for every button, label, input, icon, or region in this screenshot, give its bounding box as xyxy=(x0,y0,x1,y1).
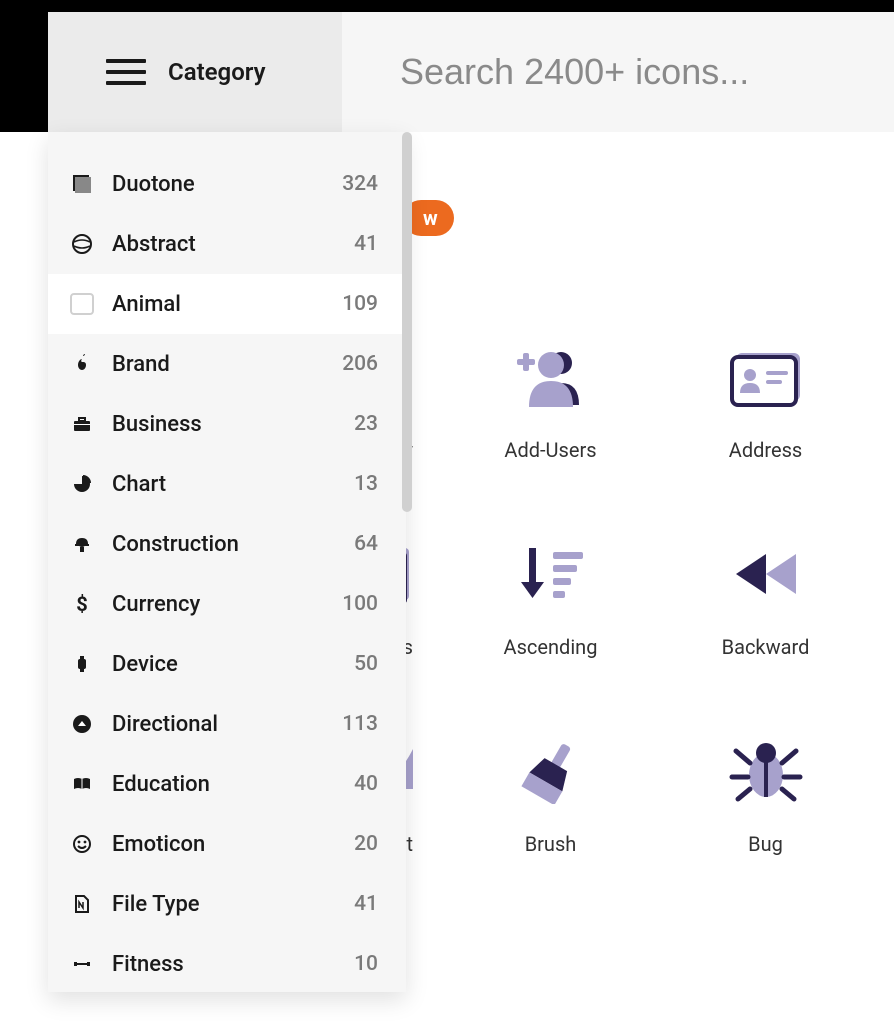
sidebar-item-name: Animal xyxy=(112,292,342,317)
sidebar-item-count: 41 xyxy=(354,892,378,916)
sidebar-item-currency[interactable]: $ Currency 100 xyxy=(48,574,406,634)
category-sidebar: Duotone 324 Abstract 41 Animal 109 Brand xyxy=(48,132,406,992)
sidebar-list: Duotone 324 Abstract 41 Animal 109 Brand xyxy=(48,132,406,992)
icon-row: es Ascending xyxy=(350,542,894,659)
sidebar-item-name: Education xyxy=(112,772,354,797)
search-bar[interactable] xyxy=(342,12,894,132)
sidebar-item-count: 64 xyxy=(354,532,378,556)
icon-row: ast Brush xyxy=(350,739,894,856)
icon-label: Brush xyxy=(525,832,577,856)
sidebar-item-fitness[interactable]: Fitness 10 xyxy=(48,934,406,992)
icon-label: Address xyxy=(729,438,802,462)
category-label: Category xyxy=(168,58,266,86)
category-header[interactable]: Category xyxy=(48,12,342,132)
sidebar-item-business[interactable]: Business 23 xyxy=(48,394,406,454)
brush-icon xyxy=(511,739,591,804)
icon-label: Add-Users xyxy=(504,438,596,462)
address-icon xyxy=(726,345,806,410)
sidebar-item-name: Device xyxy=(112,652,354,677)
scrollbar-thumb[interactable] xyxy=(402,132,412,512)
sidebar-item-name: Brand xyxy=(112,352,342,377)
sidebar-item-brand[interactable]: Brand 206 xyxy=(48,334,406,394)
icon-label: Backward xyxy=(722,635,810,659)
ascending-icon xyxy=(511,542,591,607)
icon-cell-backward[interactable]: Backward xyxy=(688,542,843,659)
icon-label: Bug xyxy=(748,832,783,856)
sidebar-scroll[interactable]: Duotone 324 Abstract 41 Animal 109 Brand xyxy=(48,132,406,992)
sidebar-item-filetype[interactable]: File Type 41 xyxy=(48,874,406,934)
brand-icon xyxy=(70,352,94,376)
currency-icon: $ xyxy=(70,592,94,616)
sidebar-item-count: 41 xyxy=(354,232,378,256)
sidebar-item-count: 23 xyxy=(354,412,378,436)
education-icon xyxy=(70,772,94,796)
sidebar-item-name: Emoticon xyxy=(112,832,354,857)
sidebar-item-count: 50 xyxy=(354,652,378,676)
filetype-icon xyxy=(70,892,94,916)
sidebar-item-emoticon[interactable]: Emoticon 20 xyxy=(48,814,406,874)
sidebar-item-animal[interactable]: Animal 109 xyxy=(48,274,406,334)
sidebar-item-name: Duotone xyxy=(112,172,342,197)
icon-row: bility Add-Users xyxy=(350,345,894,462)
add-users-icon xyxy=(511,345,591,410)
sidebar-item-count: 206 xyxy=(342,352,378,376)
sidebar-item-name: Chart xyxy=(112,472,354,497)
backward-icon xyxy=(726,542,806,607)
sidebar-item-name: Currency xyxy=(112,592,342,617)
sidebar-item-count: 324 xyxy=(342,172,378,196)
icon-cell-ascending[interactable]: Ascending xyxy=(473,542,628,659)
sidebar-item-education[interactable]: Education 40 xyxy=(48,754,406,814)
emoticon-icon xyxy=(70,832,94,856)
sidebar-item-name: Abstract xyxy=(112,232,354,257)
sidebar-item-count: 10 xyxy=(354,952,378,976)
sidebar-item-construction[interactable]: Construction 64 xyxy=(48,514,406,574)
sidebar-item-directional[interactable]: Directional 113 xyxy=(48,694,406,754)
sidebar-item-count: 109 xyxy=(342,292,378,316)
hamburger-icon[interactable] xyxy=(106,59,146,85)
icon-grid: bility Add-Users xyxy=(350,345,894,936)
sidebar-item-duotone[interactable]: Duotone 324 xyxy=(48,154,406,214)
search-input[interactable] xyxy=(400,51,894,93)
sidebar-item-name: Directional xyxy=(112,712,342,737)
sidebar-item-name: Fitness xyxy=(112,952,354,977)
sidebar-item-abstract[interactable]: Abstract 41 xyxy=(48,214,406,274)
icon-cell-add-users[interactable]: Add-Users xyxy=(473,345,628,462)
sidebar-item-count: 13 xyxy=(354,472,378,496)
abstract-icon xyxy=(70,232,94,256)
sidebar-item-device[interactable]: Device 50 xyxy=(48,634,406,694)
left-black-bar xyxy=(0,0,48,132)
top-black-bar xyxy=(0,0,894,12)
device-icon xyxy=(70,652,94,676)
construction-icon xyxy=(70,532,94,556)
icon-cell-address[interactable]: Address xyxy=(688,345,843,462)
directional-icon xyxy=(70,712,94,736)
duotone-icon xyxy=(70,172,94,196)
fitness-icon xyxy=(70,952,94,976)
sidebar-item-count: 20 xyxy=(354,832,378,856)
bug-icon xyxy=(726,739,806,804)
sidebar-item-chart[interactable]: Chart 13 xyxy=(48,454,406,514)
chart-icon xyxy=(70,472,94,496)
icon-cell-bug[interactable]: Bug xyxy=(688,739,843,856)
sidebar-item-count: 113 xyxy=(342,712,378,736)
sidebar-item-count: 100 xyxy=(342,592,378,616)
icon-label: Ascending xyxy=(504,635,598,659)
sidebar-item-name: File Type xyxy=(112,892,354,917)
sidebar-item-name: Construction xyxy=(112,532,354,557)
animal-icon xyxy=(70,293,94,315)
sidebar-item-count: 40 xyxy=(354,772,378,796)
sidebar-item-name: Business xyxy=(112,412,354,437)
icon-cell-brush[interactable]: Brush xyxy=(473,739,628,856)
business-icon xyxy=(70,412,94,436)
